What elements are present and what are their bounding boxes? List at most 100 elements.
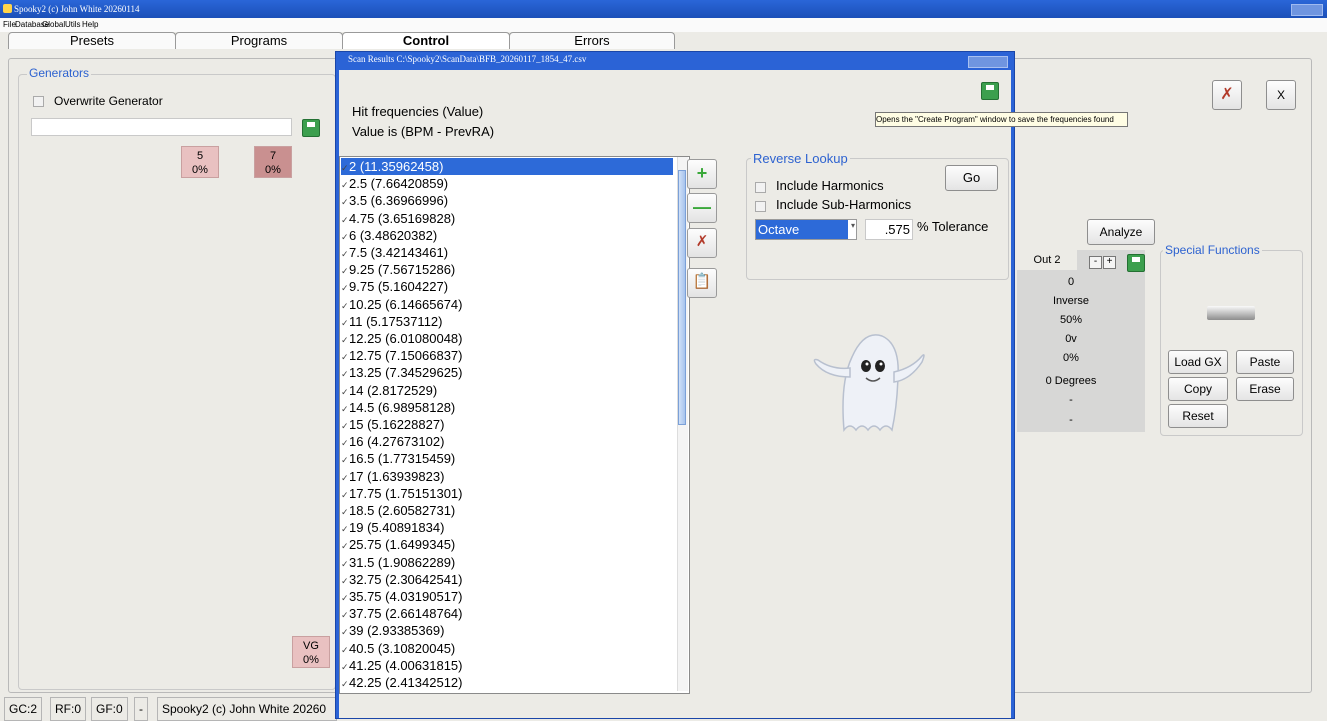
dialog-window-controls[interactable]: [968, 56, 1008, 68]
mode-select[interactable]: Octave ▾: [755, 219, 857, 240]
frequency-list-item[interactable]: ✓9.75 (5.1604227): [341, 278, 673, 295]
hit-frequencies-list[interactable]: ✓2 (11.35962458) ✓2.5 (7.66420859) ✓3.5 (6…: [339, 156, 690, 694]
frequency-list-item[interactable]: ✓11 (5.17537112): [341, 313, 673, 330]
generator-box-7[interactable]: 7 0%: [254, 146, 292, 178]
generator-percent: 0%: [192, 164, 208, 176]
frequency-list-item[interactable]: ✓17.75 (1.75151301): [341, 485, 673, 502]
app-title: Spooky2 (c) John White 20260114: [14, 4, 140, 14]
menu-file[interactable]: File: [3, 18, 16, 32]
load-gx-button[interactable]: Load GX: [1168, 350, 1228, 374]
frequency-list-item[interactable]: ✓14.5 (6.98958128): [341, 399, 673, 416]
frequency-list-item[interactable]: ✓19 (5.40891834): [341, 519, 673, 536]
window-controls[interactable]: [1291, 4, 1323, 16]
include-harmonics-checkbox[interactable]: [755, 182, 766, 193]
frequency-list-item[interactable]: ✓25.75 (1.6499345): [341, 536, 673, 553]
frequency-value: 37.75 (2.66148764): [349, 606, 463, 622]
menu-utils[interactable]: Utils: [65, 18, 81, 32]
frequency-list-item[interactable]: ✓37.75 (2.66148764): [341, 605, 673, 622]
go-button[interactable]: Go: [945, 165, 998, 191]
status-copyright: Spooky2 (c) John White 20260: [157, 697, 337, 721]
frequency-value: 25.75 (1.6499345): [349, 537, 456, 553]
frequency-value: 19 (5.40891834): [349, 520, 445, 536]
generator-box-5[interactable]: 5 0%: [181, 146, 219, 178]
out-save-icon[interactable]: [1127, 254, 1145, 272]
clipboard-icon[interactable]: 📋: [687, 268, 717, 298]
generator-name-input[interactable]: [31, 118, 292, 136]
app-title-bar: Spooky2 (c) John White 20260114: [0, 0, 1327, 18]
frequency-list-item[interactable]: ✓3.5 (6.36966996): [341, 192, 673, 209]
out-value: 50%: [1059, 314, 1083, 326]
special-functions-label: Special Functions: [1163, 243, 1262, 257]
erase-button[interactable]: Erase: [1236, 377, 1294, 401]
analyze-button[interactable]: Analyze: [1087, 219, 1155, 245]
frequency-list-item[interactable]: ✓18.5 (2.60582731): [341, 502, 673, 519]
out-value: -: [1069, 414, 1073, 426]
tab-errors[interactable]: Errors: [509, 32, 675, 49]
frequency-list-item[interactable]: ✓40.5 (3.10820045): [341, 640, 673, 657]
menu-global[interactable]: Global: [42, 18, 65, 32]
status-rf: RF:0: [50, 697, 87, 721]
erase-broom-icon[interactable]: ✗: [1212, 80, 1242, 110]
frequency-list-item[interactable]: ✓31.5 (1.90862289): [341, 554, 673, 571]
frequency-value: 2 (11.35962458): [349, 159, 444, 174]
frequency-list-item[interactable]: ✓6 (3.48620382): [341, 227, 673, 244]
frequency-list-item[interactable]: ✓16.5 (1.77315459): [341, 450, 673, 467]
list-scrollbar-thumb[interactable]: [678, 170, 686, 425]
frequency-value: 17.75 (1.75151301): [349, 485, 463, 501]
copy-button[interactable]: Copy: [1168, 377, 1228, 401]
add-icon[interactable]: +: [687, 159, 717, 189]
frequency-value: 39 (2.93385369): [349, 623, 445, 639]
check-icon[interactable]: ✓: [341, 676, 349, 693]
paste-button[interactable]: Paste: [1236, 350, 1294, 374]
frequency-list-item[interactable]: ✓14 (2.8172529): [341, 382, 673, 399]
menu-help[interactable]: Help: [82, 18, 98, 32]
create-program-save-icon[interactable]: [981, 82, 999, 100]
frequency-list-item[interactable]: ✓2 (11.35962458): [341, 158, 673, 175]
generator-percent: 0%: [303, 654, 319, 666]
overwrite-generator-checkbox[interactable]: [33, 96, 44, 107]
frequency-list-item[interactable]: ✓4.75 (3.65169828): [341, 210, 673, 227]
out-decrease-button[interactable]: -: [1089, 256, 1102, 269]
include-subharmonics-label: Include Sub-Harmonics: [776, 197, 912, 212]
frequency-list-item[interactable]: ✓12.25 (6.01080048): [341, 330, 673, 347]
create-program-tooltip: Opens the "Create Program" window to sav…: [875, 112, 1128, 127]
reverse-lookup-label: Reverse Lookup: [751, 151, 850, 166]
tab-presets[interactable]: Presets: [8, 32, 176, 49]
frequency-list-item[interactable]: ✓35.75 (4.03190517): [341, 588, 673, 605]
save-icon[interactable]: [302, 119, 320, 137]
reset-button[interactable]: Reset: [1168, 404, 1228, 428]
frequency-list-item[interactable]: ✓32.75 (2.30642541): [341, 571, 673, 588]
frequency-list-item[interactable]: ✓17 (1.63939823): [341, 468, 673, 485]
frequency-value: 16 (4.27673102): [349, 434, 445, 450]
frequency-list-item[interactable]: ✓2.5 (7.66420859): [341, 175, 673, 192]
generator-box-vg[interactable]: VG 0%: [292, 636, 330, 668]
clear-broom-icon[interactable]: ✗: [687, 228, 717, 258]
spooky-app-icon: [3, 4, 12, 13]
frequency-list-item[interactable]: ✓42.25 (2.41342512): [341, 674, 673, 691]
frequency-list-item[interactable]: ✓10.25 (6.14665674): [341, 296, 673, 313]
frequency-list-item[interactable]: ✓16 (4.27673102): [341, 433, 673, 450]
status-gc: GC:2: [4, 697, 43, 721]
frequency-list-item[interactable]: ✓12.75 (7.15066837): [341, 347, 673, 364]
tab-programs[interactable]: Programs: [175, 32, 343, 49]
close-button[interactable]: X: [1266, 80, 1296, 110]
tab-control[interactable]: Control: [342, 32, 510, 49]
generator-number: 5: [196, 150, 204, 162]
frequency-list-item[interactable]: ✓39 (2.93385369): [341, 622, 673, 639]
frequency-list-item[interactable]: ✓9.25 (7.56715286): [341, 261, 673, 278]
remove-icon[interactable]: —: [687, 193, 717, 223]
include-subharmonics-checkbox[interactable]: [755, 201, 766, 212]
frequency-list-item[interactable]: ✓41.25 (4.00631815): [341, 657, 673, 674]
frequency-value: 4.75 (3.65169828): [349, 210, 456, 226]
frequency-value: 14 (2.8172529): [349, 382, 438, 398]
out-increase-button[interactable]: +: [1103, 256, 1116, 269]
frequency-value: 7.5 (3.42143461): [349, 245, 449, 260]
frequency-list-item[interactable]: ✓13.25 (7.34529625): [341, 364, 673, 381]
frequency-list-item[interactable]: ✓7.5 (3.42143461): [341, 244, 673, 261]
tolerance-input[interactable]: .575: [865, 219, 913, 240]
frequency-value: 18.5 (2.60582731): [349, 503, 456, 518]
generator-percent: 0%: [265, 164, 281, 176]
frequency-value: 31.5 (1.90862289): [349, 554, 456, 570]
frequency-list-item[interactable]: ✓15 (5.16228827): [341, 416, 673, 433]
frequency-value: 14.5 (6.98958128): [349, 399, 456, 415]
